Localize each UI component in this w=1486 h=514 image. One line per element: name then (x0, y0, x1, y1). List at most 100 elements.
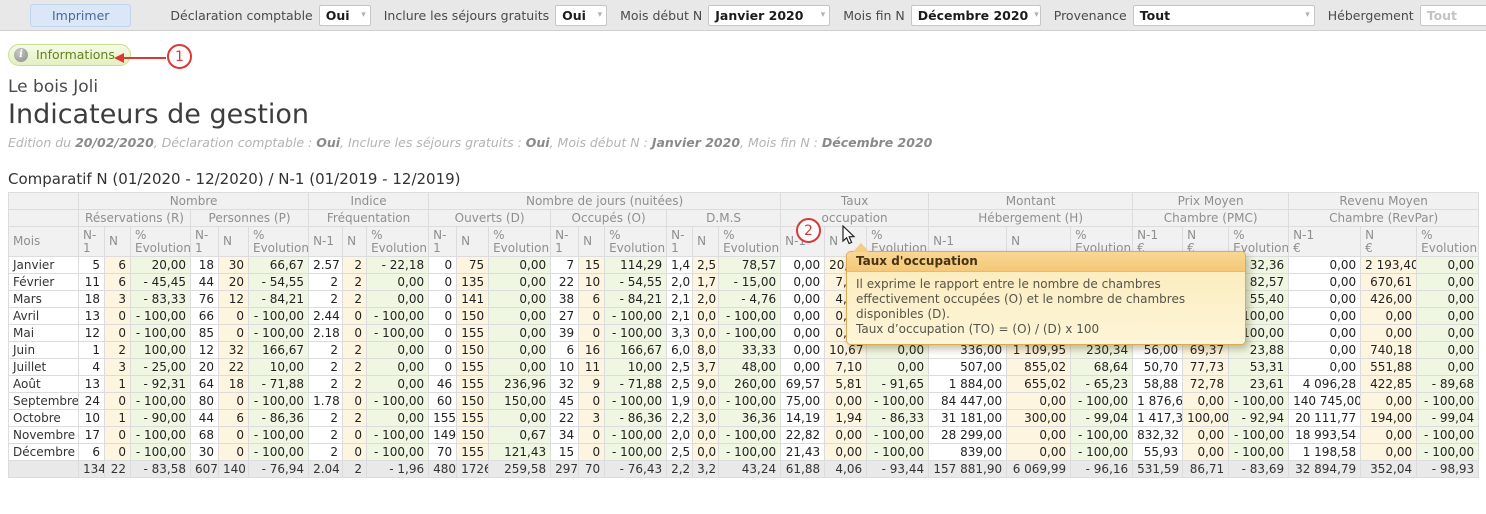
informations-badge[interactable]: i Informations (8, 44, 131, 66)
column-header[interactable]: N-1 € (1289, 227, 1361, 257)
cell: - 100,00 (367, 444, 429, 461)
cell: 0 (429, 325, 457, 342)
column-header[interactable]: N-1 (551, 227, 579, 257)
edition-segment: , Inclure les séjours gratuits : (340, 135, 526, 150)
cell: 0 (105, 427, 131, 444)
cell: 0,00 (1361, 393, 1417, 410)
cell: - 15,00 (719, 274, 781, 291)
column-header[interactable]: N-1 (79, 227, 105, 257)
cell: 155 (457, 376, 489, 393)
filter-select: Tout▾ (1420, 5, 1486, 26)
cell: 0,00 (489, 342, 551, 359)
edition-segment: , Mois fin N : (740, 135, 822, 150)
cell: 0,00 (781, 342, 825, 359)
cell: 0,00 (1289, 291, 1361, 308)
total-cell: - 76,43 (605, 461, 667, 478)
tooltip-line-2: Taux d’occupation (TO) = (O) / (D) x 100 (856, 322, 1099, 336)
cell: 78,57 (719, 257, 781, 274)
cell: 2.18 (309, 325, 343, 342)
total-cell: 6 069,99 (1007, 461, 1071, 478)
column-header-mois[interactable]: Mois (9, 227, 79, 257)
cell: 135 (457, 274, 489, 291)
cell: - 65,23 (1071, 376, 1133, 393)
column-header[interactable]: % Evolution (489, 227, 551, 257)
row-month: Juin (9, 342, 79, 359)
cell: 3,0 (693, 410, 719, 427)
cell: 0,00 (367, 274, 429, 291)
cell: 2,2 (667, 410, 693, 427)
filter-item: Mois fin NDécembre 2020▾ (843, 5, 1041, 26)
column-header[interactable]: N-1 (309, 227, 343, 257)
column-header[interactable]: N (457, 227, 489, 257)
filter-select[interactable]: Oui▾ (319, 5, 371, 26)
cell: 0,00 (1289, 342, 1361, 359)
cell: 0,00 (489, 359, 551, 376)
cell: 832,32 (1133, 427, 1183, 444)
cell: - 100,00 (1417, 427, 1479, 444)
cell: - 100,00 (367, 308, 429, 325)
column-header[interactable]: % Evolution (131, 227, 191, 257)
column-header[interactable]: N-1 (429, 227, 457, 257)
cell: 0,00 (825, 444, 867, 461)
row-month: Décembre (9, 444, 79, 461)
cell: 31 181,00 (929, 410, 1007, 427)
cell: - 86,36 (605, 410, 667, 427)
cell: 3 (105, 291, 131, 308)
filter-select[interactable]: Oui▾ (555, 5, 607, 26)
column-header[interactable]: N (219, 227, 249, 257)
cell: - 100,00 (867, 427, 929, 444)
column-header[interactable]: N (579, 227, 605, 257)
cell: 0 (429, 257, 457, 274)
cell: 2 193,40 (1361, 257, 1417, 274)
filter-item: Inclure les séjours gratuitsOui▾ (384, 5, 607, 26)
column-header[interactable]: N-1 (667, 227, 693, 257)
cell: 32 (219, 342, 249, 359)
annotation-circle-1: 1 (167, 44, 192, 69)
cell: 0,00 (825, 393, 867, 410)
cell: 0,00 (489, 325, 551, 342)
cell: 44 (191, 274, 219, 291)
filter-select[interactable]: Décembre 2020▾ (911, 5, 1041, 26)
column-header[interactable]: N (105, 227, 131, 257)
column-header[interactable]: % Evolution (249, 227, 309, 257)
edition-segment: , Mois début N : (550, 135, 652, 150)
column-header[interactable]: % Evolution (367, 227, 429, 257)
table-row: Juin12100,001232166,67220,0001500,006161… (9, 342, 1479, 359)
cell: - 100,00 (131, 393, 191, 410)
cell: 0,67 (489, 427, 551, 444)
column-header[interactable]: % Evolution (1417, 227, 1479, 257)
cell: 0 (429, 308, 457, 325)
cell: 166,67 (249, 342, 309, 359)
cell: 6 (579, 291, 605, 308)
total-cell: 2.04 (309, 461, 343, 478)
column-header[interactable]: N (343, 227, 367, 257)
filter-item: HébergementTout▾ (1328, 5, 1486, 26)
cell: 740,18 (1361, 342, 1417, 359)
filter-select[interactable]: Janvier 2020▾ (708, 5, 830, 26)
column-header[interactable]: N € (1361, 227, 1417, 257)
cell: 100,00 (1183, 410, 1229, 427)
cell: 0 (579, 325, 605, 342)
total-cell: 86,71 (1183, 461, 1229, 478)
total-cell: 4,06 (825, 461, 867, 478)
cell: - 92,94 (1229, 410, 1289, 427)
filter-select[interactable]: Tout▾ (1133, 5, 1315, 26)
cell: 855,02 (1007, 359, 1071, 376)
cell: - 91,65 (867, 376, 929, 393)
cell: 0,0 (693, 325, 719, 342)
edition-segment: Edition du (8, 135, 75, 150)
annotation-circle-2: 2 (796, 218, 821, 243)
cell: - 99,04 (1071, 410, 1133, 427)
cell: 194,00 (1361, 410, 1417, 427)
cell: 0 (429, 274, 457, 291)
column-header[interactable]: % Evolution (719, 227, 781, 257)
total-cell: 531,59 (1133, 461, 1183, 478)
cell: 2 (309, 291, 343, 308)
column-header[interactable]: N (693, 227, 719, 257)
print-button[interactable]: Imprimer (30, 4, 131, 27)
cell: 58,88 (1133, 376, 1183, 393)
table-subgroup-header: Personnes (P) (191, 210, 309, 227)
cell: 0,00 (1007, 393, 1071, 410)
column-header[interactable]: % Evolution (605, 227, 667, 257)
column-header[interactable]: N-1 (191, 227, 219, 257)
